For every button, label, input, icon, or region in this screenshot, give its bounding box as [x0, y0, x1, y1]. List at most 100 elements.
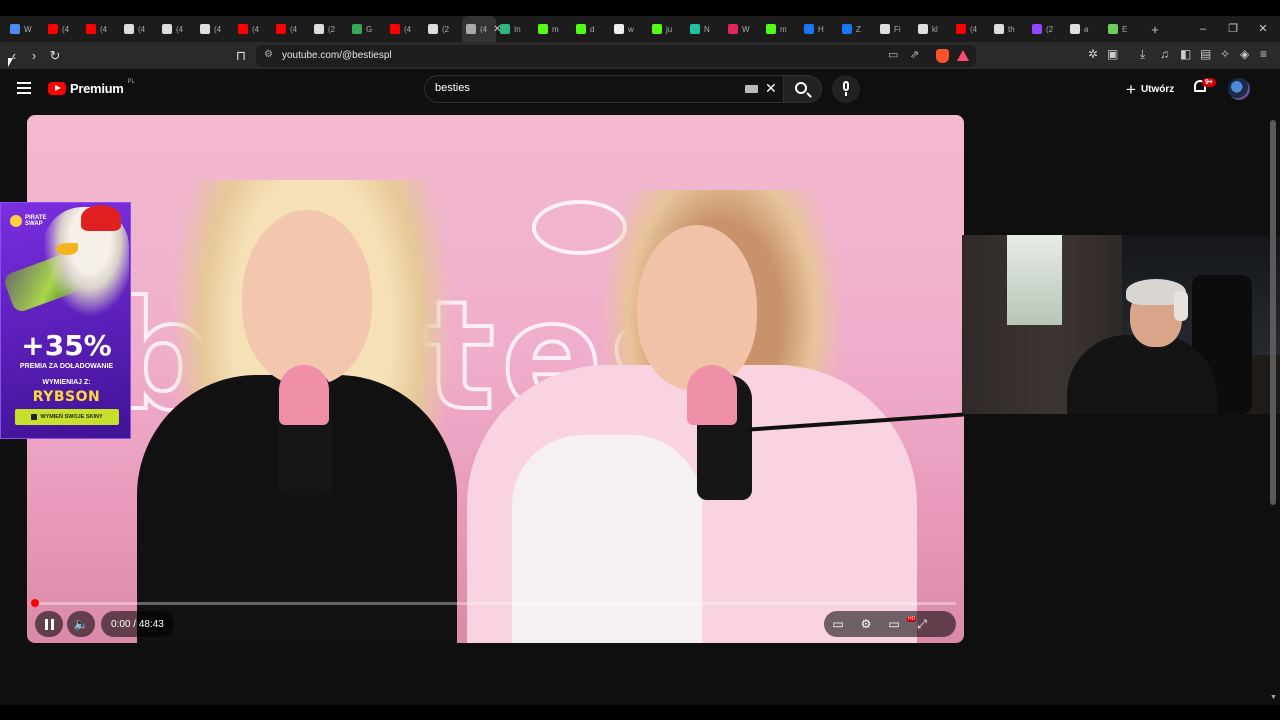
youtube-logo[interactable]: Premium PL: [48, 79, 135, 96]
headset: [1174, 291, 1188, 321]
guide-menu-icon[interactable]: [17, 82, 31, 94]
browser-tab[interactable]: d: [572, 16, 610, 42]
time-total: 48:43: [138, 618, 164, 630]
theater-mode-button[interactable]: ▭: [880, 611, 908, 637]
keyboard-icon[interactable]: [745, 85, 758, 93]
bookmark-icon[interactable]: ⊓: [231, 46, 251, 66]
fullscreen-button[interactable]: ⤢: [908, 611, 936, 637]
browser-tab[interactable]: (4: [386, 16, 424, 42]
browser-tab[interactable]: (4: [272, 16, 310, 42]
wallet-icon[interactable]: ▣: [1107, 47, 1118, 61]
cast-icon[interactable]: ▭: [888, 48, 898, 61]
browser-tab[interactable]: In: [496, 16, 534, 42]
browser-tab[interactable]: (4: [120, 16, 158, 42]
tab-label: (4: [252, 24, 260, 34]
browser-tab[interactable]: ju: [648, 16, 686, 42]
media-icon[interactable]: ♫: [1160, 47, 1169, 61]
browser-tab[interactable]: (2: [424, 16, 462, 42]
browser-tab[interactable]: (2: [1028, 16, 1066, 42]
tab-label: N: [704, 24, 710, 34]
browser-tab[interactable]: G: [348, 16, 386, 42]
browser-tab[interactable]: W: [724, 16, 762, 42]
settings-button[interactable]: ⚙ HD: [852, 611, 917, 637]
ad-cta-button[interactable]: WYMIEŃ SWOJE SKINY: [15, 409, 119, 425]
browser-tab[interactable]: (4: [44, 16, 82, 42]
browser-tab[interactable]: kl: [914, 16, 952, 42]
scroll-down-icon[interactable]: ▼: [1270, 694, 1277, 701]
browser-tab[interactable]: (4: [196, 16, 234, 42]
page-scrollbar[interactable]: [1270, 120, 1276, 505]
url-text[interactable]: youtube.com/@bestiespl: [282, 50, 392, 61]
downloads-icon[interactable]: ⤓: [1140, 47, 1145, 62]
browser-tab[interactable]: (2: [310, 16, 348, 42]
browser-tab[interactable]: m: [762, 16, 800, 42]
extensions-icon[interactable]: ✲: [1088, 47, 1098, 61]
sponsor-overlay-ad[interactable]: PIRATE SWAP +35% PREMIA ZA DOŁADOWANIE WY…: [0, 202, 131, 439]
sidebar-icon[interactable]: ◧: [1180, 47, 1191, 61]
browser-tab[interactable]: (4: [82, 16, 120, 42]
wallet2-icon[interactable]: ▤: [1200, 47, 1211, 61]
share-icon[interactable]: ⇗: [910, 48, 919, 61]
plus-icon: +: [1126, 79, 1136, 99]
search-input[interactable]: [435, 82, 735, 94]
browser-tab[interactable]: m: [534, 16, 572, 42]
browser-tab[interactable]: w: [610, 16, 648, 42]
tab-favicon-icon: [1070, 24, 1080, 34]
tab-favicon-icon: [314, 24, 324, 34]
subtitles-button[interactable]: ▭: [824, 611, 852, 637]
close-window-button[interactable]: ✕: [1248, 16, 1278, 42]
brave-rewards-icon[interactable]: [957, 50, 969, 61]
pause-icon: [44, 618, 54, 630]
tab-favicon-icon: [428, 24, 438, 34]
browser-tab[interactable]: H: [800, 16, 838, 42]
tab-label: W: [24, 24, 32, 34]
browser-tab[interactable]: a: [1066, 16, 1104, 42]
account-avatar[interactable]: [1228, 78, 1250, 100]
check-icon: [31, 414, 38, 420]
create-label: Utwórz: [1140, 83, 1175, 95]
site-info-icon[interactable]: ⚙: [264, 49, 273, 60]
minimize-button[interactable]: –: [1188, 16, 1218, 42]
restore-button[interactable]: ❐: [1218, 16, 1248, 42]
tab-label: kl: [932, 24, 938, 34]
reload-button[interactable]: ↻: [45, 46, 65, 66]
browser-tab[interactable]: W: [6, 16, 44, 42]
ad-line-2: WYMIENIAJ Z:: [42, 379, 91, 386]
leo-icon[interactable]: ✧: [1220, 47, 1230, 61]
browser-tab[interactable]: (4: [234, 16, 272, 42]
progress-scrubber[interactable]: [31, 599, 39, 607]
brave-shield-icon[interactable]: [936, 49, 949, 63]
notification-badge: 9+: [1202, 78, 1216, 87]
search-box[interactable]: ✕: [424, 75, 784, 103]
browser-tab[interactable]: (4: [952, 16, 990, 42]
video-player[interactable]: bestes 🔈 0:00 / 48:43 ▭ ⚙HD ▭ ⤢: [27, 115, 964, 643]
new-tab-button[interactable]: +: [1142, 22, 1168, 37]
browser-tab[interactable]: Z: [838, 16, 876, 42]
tab-label: w: [628, 24, 634, 34]
search-button[interactable]: [784, 75, 822, 103]
clear-search-icon[interactable]: ✕: [765, 80, 777, 97]
menu-icon[interactable]: ≡: [1260, 47, 1267, 61]
browser-tab[interactable]: Fi: [876, 16, 914, 42]
back-button[interactable]: ‹: [4, 46, 24, 66]
tab-favicon-icon: [1108, 24, 1118, 34]
ad-cta-label: WYMIEŃ SWOJE SKINY: [40, 414, 103, 420]
play-pause-button[interactable]: [35, 611, 63, 637]
vpn-icon[interactable]: ◈: [1240, 47, 1249, 61]
tab-label: th: [1008, 24, 1015, 34]
tab-favicon-icon: [1032, 24, 1042, 34]
progress-bar[interactable]: [35, 602, 956, 605]
browser-tab[interactable]: N: [686, 16, 724, 42]
browser-tab[interactable]: (4 ✕: [462, 16, 502, 42]
create-button[interactable]: + Utwórz: [1116, 76, 1184, 102]
youtube-header: Premium PL ✕ + Utwórz 9+: [0, 70, 1280, 108]
mute-button[interactable]: 🔈: [67, 611, 95, 637]
tab-favicon-icon: [842, 24, 852, 34]
browser-tab[interactable]: (4: [158, 16, 196, 42]
browser-tab[interactable]: E: [1104, 16, 1142, 42]
voice-search-button[interactable]: [832, 75, 860, 103]
forward-button[interactable]: ›: [24, 46, 44, 66]
address-bar[interactable]: ⚙ youtube.com/@bestiespl ▭ ⇗: [256, 45, 976, 67]
tab-label: (4: [290, 24, 298, 34]
browser-tab[interactable]: th: [990, 16, 1028, 42]
